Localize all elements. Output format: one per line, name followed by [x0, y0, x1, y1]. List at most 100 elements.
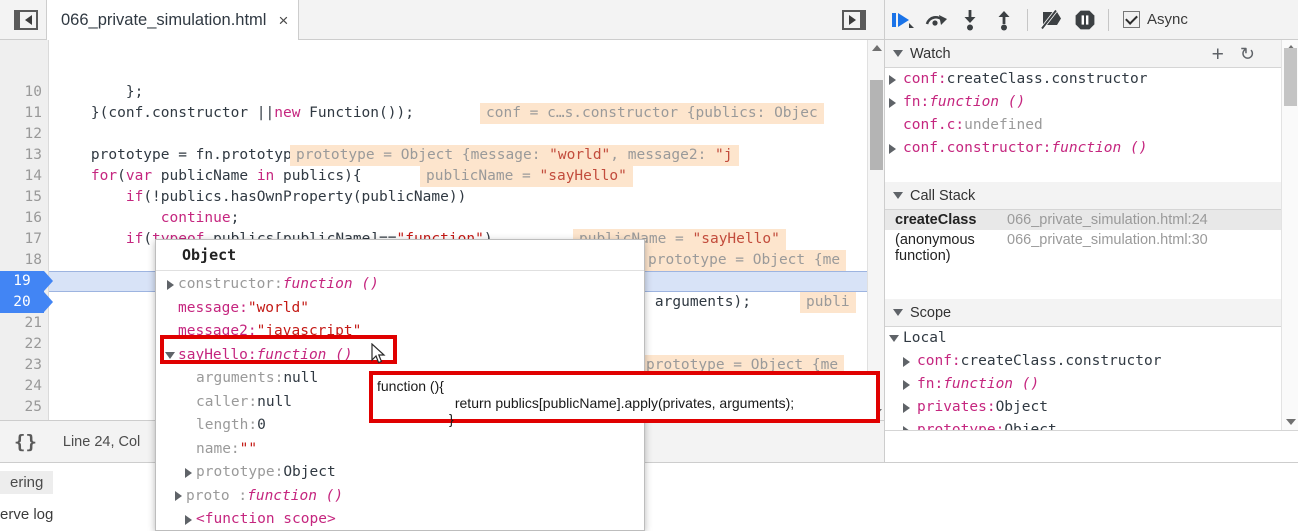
chevron-down-icon: [893, 309, 903, 316]
chevron-right-icon[interactable]: [889, 143, 896, 154]
watch-list: conf: createClass.constructor fn: functio…: [885, 68, 1281, 160]
step-out-icon[interactable]: [987, 0, 1021, 40]
tree-row[interactable]: fn: function (): [885, 373, 1281, 396]
tree-row[interactable]: fn: function (): [885, 91, 1281, 114]
property-name: constructor:: [178, 276, 283, 292]
object-popup-row[interactable]: proto : function (): [156, 485, 644, 509]
tree-twisty: [889, 114, 903, 137]
annotation-box-sayhello: [160, 335, 397, 364]
line-number-19[interactable]: 19: [0, 271, 44, 292]
line-number-11[interactable]: 11: [0, 103, 42, 124]
panel-collapse-left-icon: [14, 10, 38, 30]
console-filter-chip[interactable]: ering: [0, 471, 54, 494]
code-line-14: for(var publicName in publics){: [90, 168, 362, 184]
object-popup-row[interactable]: message: "world": [156, 297, 644, 321]
line-number-14[interactable]: 14: [0, 166, 42, 187]
sidebar-scroll-thumb[interactable]: [1284, 48, 1297, 106]
step-into-icon[interactable]: [953, 0, 987, 40]
inline-annotation-11: conf = c…s.constructor {publics: Objec: [480, 103, 824, 124]
editor-tab-active[interactable]: 066_private_simulation.html ×: [46, 0, 300, 40]
chevron-right-icon[interactable]: [184, 514, 192, 525]
line-number-10[interactable]: 10: [0, 82, 42, 103]
chevron-down-icon[interactable]: [889, 335, 899, 342]
tree-row[interactable]: privates: Object: [885, 396, 1281, 419]
line-number-20[interactable]: 20: [0, 292, 44, 313]
pretty-print-button[interactable]: {}: [14, 431, 37, 453]
property-name: length:: [196, 417, 258, 433]
call-stack-section-header[interactable]: Call Stack: [885, 182, 1281, 210]
chevron-right-icon[interactable]: [889, 97, 896, 108]
vscroll-thumb[interactable]: [870, 80, 883, 170]
line-number-12[interactable]: 12: [0, 124, 42, 145]
call-stack-frame[interactable]: createClass 066_private_simulation.html:2…: [885, 210, 1281, 230]
collapse-sidebar-button[interactable]: [838, 6, 870, 34]
tree-twisty: [903, 350, 917, 373]
preserve-log-label[interactable]: erve log: [0, 506, 53, 523]
object-popup-row[interactable]: constructor: function (): [156, 273, 644, 297]
toolbar-divider-2: [1108, 8, 1109, 31]
line-number-16[interactable]: 16: [0, 208, 42, 229]
watch-title: Watch: [910, 45, 951, 62]
line-number-17[interactable]: 17: [0, 229, 42, 250]
property-value: Object: [995, 399, 1048, 415]
tree-row[interactable]: conf.constructor: function (): [885, 137, 1281, 160]
property-name: fn:: [903, 94, 930, 110]
sidebar-scrollbar[interactable]: [1281, 40, 1298, 430]
mouse-cursor-icon: [371, 342, 387, 368]
resume-script-execution-icon[interactable]: [885, 0, 919, 40]
call-stack-frame[interactable]: (anonymous function) 066_private_simulati…: [885, 230, 1281, 266]
deactivate-breakpoints-icon[interactable]: [1034, 0, 1068, 40]
chevron-right-icon[interactable]: [903, 402, 910, 413]
tree-row[interactable]: conf: createClass.constructor: [885, 350, 1281, 373]
tree-twisty: [903, 373, 917, 396]
editor-tabstrip: 066_private_simulation.html ×: [0, 0, 884, 40]
function-source-tooltip: function (){ return publics[publicName].…: [373, 375, 876, 427]
tree-row[interactable]: conf.c: undefined: [885, 114, 1281, 137]
line-number-22[interactable]: 22: [0, 334, 42, 355]
tree-row[interactable]: conf: createClass.constructor: [885, 68, 1281, 91]
property-name: fn:: [917, 376, 944, 392]
step-over-icon[interactable]: [919, 0, 953, 40]
code-line-11: }(conf.constructor ||new Function());: [56, 105, 414, 121]
line-number-24[interactable]: 24: [0, 376, 42, 397]
property-value: "": [239, 440, 258, 457]
close-icon[interactable]: ×: [278, 12, 288, 29]
scroll-up-arrow-icon[interactable]: [872, 45, 882, 51]
line-number-23[interactable]: 23: [0, 355, 42, 376]
property-name: conf.c:: [903, 117, 965, 133]
object-popup-row[interactable]: prototype: Object: [156, 461, 644, 485]
breakpoint-marker-19[interactable]: [44, 271, 53, 291]
chevron-right-icon[interactable]: [184, 467, 192, 478]
property-name: prototype:: [196, 464, 284, 480]
property-name: conf.constructor:: [903, 140, 1052, 156]
scope-group[interactable]: Local: [885, 327, 1281, 350]
scroll-down-arrow-icon[interactable]: [1286, 419, 1296, 425]
line-number-25[interactable]: 25: [0, 397, 42, 418]
chevron-right-icon[interactable]: [903, 379, 910, 390]
pause-on-exceptions-icon[interactable]: [1068, 0, 1102, 40]
line-number-13[interactable]: 13: [0, 145, 42, 166]
code-line-15: if(!publics.hasOwnProperty(publicName)): [125, 189, 467, 205]
collapse-navigator-button[interactable]: [10, 6, 42, 34]
chevron-right-icon[interactable]: [903, 356, 910, 367]
add-watch-expression-icon[interactable]: +: [1212, 44, 1224, 65]
refresh-icon[interactable]: ↻: [1240, 45, 1255, 63]
editor-vertical-scrollbar[interactable]: [867, 40, 884, 420]
object-popup-row[interactable]: <function scope>: [156, 508, 644, 530]
scope-section-header[interactable]: Scope: [885, 299, 1281, 327]
line-number-18[interactable]: 18: [0, 250, 42, 271]
object-popup-title: Object: [156, 240, 644, 271]
tree-twisty: [180, 514, 196, 525]
line-number-21[interactable]: 21: [0, 313, 42, 334]
tree-twisty: [889, 327, 903, 350]
async-checkbox[interactable]: [1123, 11, 1140, 28]
chevron-right-icon[interactable]: [174, 491, 182, 502]
tree-twisty: [180, 467, 196, 478]
line-number-15[interactable]: 15: [0, 187, 42, 208]
object-popup-row[interactable]: name: "": [156, 438, 644, 462]
chevron-right-icon[interactable]: [889, 74, 896, 85]
breakpoint-marker-20[interactable]: [44, 292, 53, 312]
watch-section-header[interactable]: Watch + ↻: [885, 40, 1281, 68]
chevron-right-icon[interactable]: [166, 279, 174, 290]
async-checkbox-group[interactable]: Async: [1123, 11, 1188, 28]
